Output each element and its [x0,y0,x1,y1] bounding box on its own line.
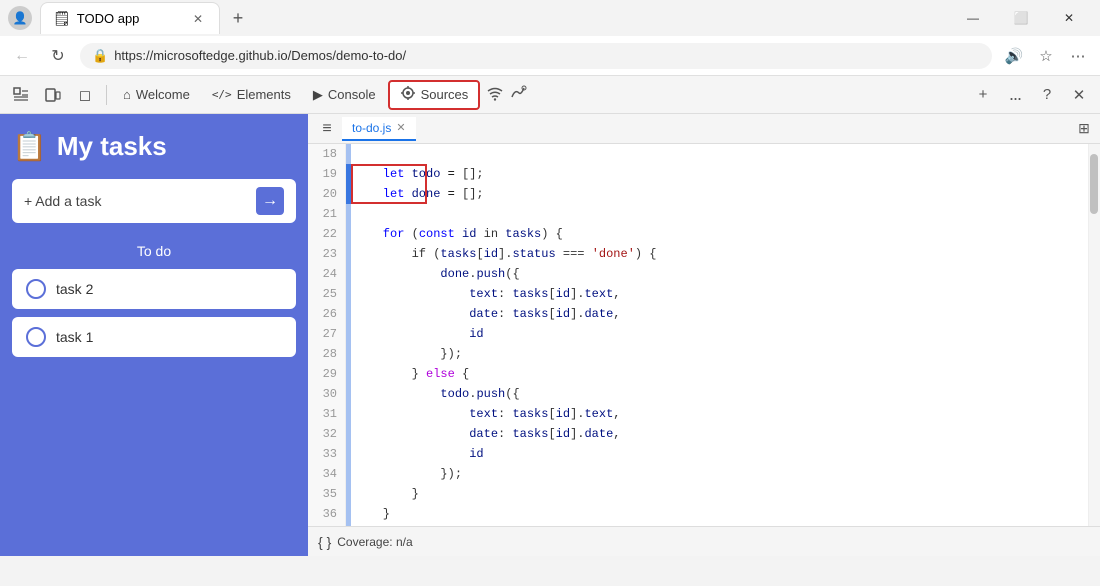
tab-elements-label: Elements [237,87,291,102]
close-window-button[interactable]: ✕ [1046,2,1092,34]
file-tab-label: to-do.js [352,121,391,135]
todo-section-label: To do [12,243,296,259]
add-task-arrow-icon: → [256,187,284,215]
device-emulation-button[interactable] [38,80,68,110]
wifi-icon [486,85,504,104]
line-numbers: 18 19 20 21 22 23 24 25 26 27 28 29 30 3… [308,144,346,526]
file-tab-close-button[interactable]: ✕ [396,121,405,134]
main-content: 📋 My tasks + Add a task → To do task 2 t… [0,114,1100,556]
app-logo-icon: 📋 [12,130,47,163]
add-panel-button[interactable]: + [968,80,998,110]
code-line-36: } [354,504,1080,524]
vertical-scrollbar[interactable] [1088,144,1100,526]
code-line-33: id [354,444,1080,464]
code-line-18 [354,144,1080,164]
sources-icon [400,85,416,104]
app-header: 📋 My tasks [12,130,296,163]
task-name-2: task 2 [56,281,93,297]
code-line-29: } else { [354,364,1080,384]
tab-sources[interactable]: Sources [388,80,481,110]
devtools-toolbar: ◻ ⌂ Welcome </> Elements ▶ Console Sourc… [0,76,1100,114]
title-bar: 👤 🗒 TODO app ✕ + — ⬜ ✕ [0,0,1100,36]
code-editor[interactable]: let todo = []; let done = []; for (const… [346,144,1088,526]
file-tree-toggle[interactable]: ≡ [312,114,342,144]
tab-bar: 🗒 TODO app ✕ + [40,2,942,34]
add-task-text: + Add a task [24,193,101,209]
code-line-24: done.push({ [354,264,1080,284]
task-name-1: task 1 [56,329,93,345]
coverage-label: Coverage: n/a [337,535,412,549]
performance-icon [510,85,528,104]
code-line-20: let done = []; [354,184,1080,204]
inspect-element-button[interactable] [6,80,36,110]
tab-console-label: Console [328,87,376,102]
browser-tab[interactable]: 🗒 TODO app ✕ [40,2,220,34]
task-checkbox-2[interactable] [26,279,46,299]
code-line-32: date: tasks[id].date, [354,424,1080,444]
code-line-26: date: tasks[id].date, [354,304,1080,324]
capture-button[interactable]: ◻ [70,80,100,110]
code-line-31: text: tasks[id].text, [354,404,1080,424]
console-icon: ▶ [313,87,323,103]
code-line-22: for (const id in tasks) { [354,224,1080,244]
app-title: My tasks [57,131,167,162]
url-text: https://microsoftedge.github.io/Demos/de… [114,48,980,63]
back-button[interactable]: ← [8,42,36,70]
coverage-bar: { } Coverage: n/a [308,526,1100,556]
tab-welcome[interactable]: ⌂ Welcome [113,80,200,110]
lock-icon: 🔒 [92,48,108,64]
code-line-25: text: tasks[id].text, [354,284,1080,304]
code-line-27: id [354,324,1080,344]
task-item-1[interactable]: task 1 [12,317,296,357]
file-tabs-bar: ≡ to-do.js ✕ ⊞ [308,114,1100,144]
address-bar: ← ↻ 🔒 https://microsoftedge.github.io/De… [0,36,1100,76]
more-tools-button[interactable]: ... [1000,80,1030,110]
task-checkbox-1[interactable] [26,327,46,347]
devtools-panel: ≡ to-do.js ✕ ⊞ 18 19 20 21 22 23 24 25 2… [308,114,1100,556]
refresh-button[interactable]: ↻ [44,42,72,70]
coverage-icon: { } [318,534,331,550]
code-line-35: } [354,484,1080,504]
tab-close-button[interactable]: ✕ [189,10,207,28]
elements-icon: </> [212,88,232,101]
customize-devtools-button[interactable]: ⊞ [1072,117,1096,141]
read-aloud-button[interactable]: 🔊 [1000,42,1028,70]
tab-welcome-label: Welcome [136,87,190,102]
code-area[interactable]: 18 19 20 21 22 23 24 25 26 27 28 29 30 3… [308,144,1100,526]
code-line-21 [354,204,1080,224]
tab-title: TODO app [77,11,183,26]
code-line-19: let todo = []; [354,164,1080,184]
window-controls: — ⬜ ✕ [950,2,1092,34]
file-tab-todo-js[interactable]: to-do.js ✕ [342,117,416,141]
home-icon: ⌂ [123,87,131,102]
code-line-23: if (tasks[id].status === 'done') { [354,244,1080,264]
minimize-button[interactable]: — [950,2,996,34]
separator [106,85,107,105]
help-button[interactable]: ? [1032,80,1062,110]
code-line-30: todo.push({ [354,384,1080,404]
maximize-button[interactable]: ⬜ [998,2,1044,34]
close-devtools-button[interactable]: ✕ [1064,80,1094,110]
tab-console[interactable]: ▶ Console [303,80,386,110]
tab-icon: 🗒 [53,10,71,27]
more-button[interactable]: ⋯ [1064,42,1092,70]
tab-sources-label: Sources [421,87,469,102]
scrollbar-thumb[interactable] [1090,154,1098,214]
app-panel: 📋 My tasks + Add a task → To do task 2 t… [0,114,308,556]
code-line-37 [354,524,1080,526]
add-task-label: + Add a task [24,193,101,209]
url-bar[interactable]: 🔒 https://microsoftedge.github.io/Demos/… [80,43,992,69]
favorites-button[interactable]: ☆ [1032,42,1060,70]
code-line-34: }); [354,464,1080,484]
new-tab-button[interactable]: + [224,4,252,32]
task-item-2[interactable]: task 2 [12,269,296,309]
address-bar-actions: 🔊 ☆ ⋯ [1000,42,1092,70]
code-line-28: }); [354,344,1080,364]
user-avatar: 👤 [8,6,32,30]
tab-elements[interactable]: </> Elements [202,80,301,110]
add-task-bar[interactable]: + Add a task → [12,179,296,223]
